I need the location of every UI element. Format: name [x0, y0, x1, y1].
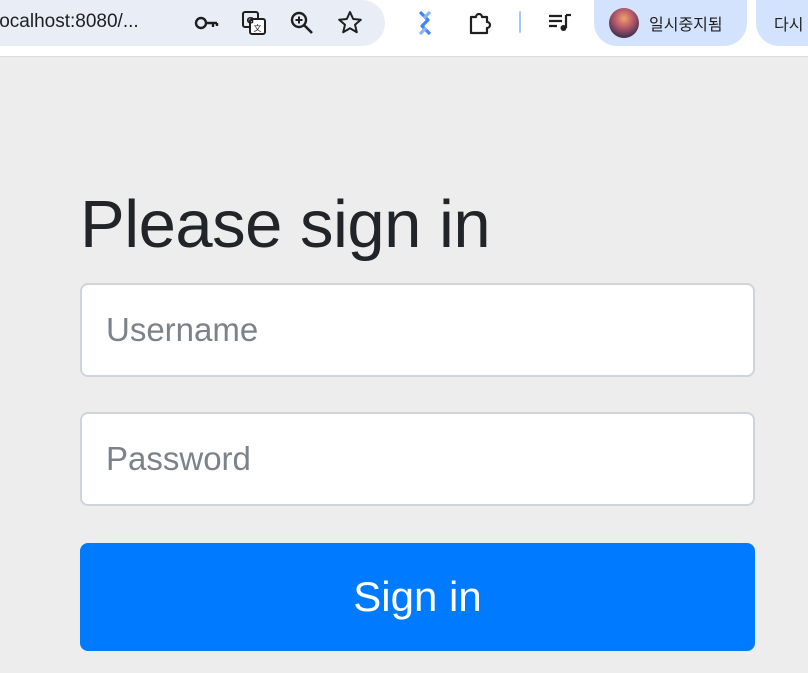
extension-bolt-icon[interactable]: [412, 9, 440, 37]
toolbar-divider: [519, 11, 521, 33]
username-field[interactable]: [80, 283, 755, 377]
translate-icon[interactable]: G文: [240, 9, 268, 37]
password-field[interactable]: [80, 412, 755, 506]
profile-status-label: 일시중지됨: [649, 17, 723, 34]
browser-toolbar: localhost:8080/... G文 일시중지됨 다시: [0, 0, 808, 57]
page-title: Please sign in: [80, 187, 491, 262]
star-icon[interactable]: [336, 9, 364, 37]
avatar: [609, 8, 639, 38]
extensions-puzzle-icon[interactable]: [466, 9, 494, 37]
key-icon[interactable]: [192, 9, 220, 37]
zoom-in-icon[interactable]: [288, 9, 316, 37]
relaunch-button[interactable]: 다시: [756, 0, 808, 46]
svg-text:文: 文: [254, 23, 262, 33]
profile-button[interactable]: 일시중지됨: [594, 0, 747, 46]
sign-in-button[interactable]: Sign in: [80, 543, 755, 651]
address-url[interactable]: localhost:8080/...: [0, 11, 139, 33]
relaunch-label: 다시: [774, 17, 804, 34]
media-queue-icon[interactable]: [546, 9, 574, 37]
